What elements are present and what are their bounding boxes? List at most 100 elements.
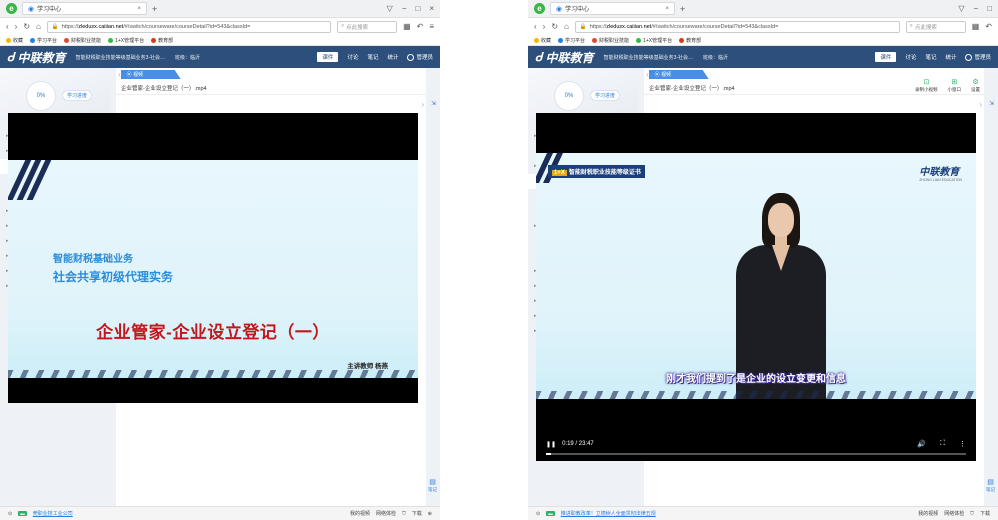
admin-menu[interactable]: 管理员	[965, 53, 991, 61]
bookmark-item[interactable]: 1+X管理平台	[636, 37, 672, 44]
undo-icon[interactable]: ↶	[985, 22, 992, 31]
status-network[interactable]: 网络体检	[376, 510, 396, 517]
next-icon[interactable]: ›	[979, 100, 982, 109]
home-icon[interactable]: ⌂	[564, 22, 569, 31]
status-network[interactable]: 网络体检	[944, 510, 964, 517]
pause-icon[interactable]: ❚❚	[546, 441, 556, 448]
prev-icon[interactable]: ‹	[118, 70, 121, 79]
player-controls: ❚❚ 0:19 / 23:47 🔊 ⛶ ⋮	[546, 437, 966, 451]
video-player[interactable]: 智能财税基础业务 社会共享初级代理实务 企业管家-企业设立登记（一） 主讲教师 …	[8, 113, 418, 403]
tab-close-icon[interactable]: ×	[665, 6, 669, 12]
site-logo[interactable]: ᑯ 中联教育	[535, 49, 594, 66]
minimize-icon[interactable]: −	[973, 4, 978, 13]
tab-close-icon[interactable]: ×	[137, 6, 141, 12]
bookmark-item[interactable]: 学习平台	[30, 37, 57, 44]
back-icon[interactable]: ‹	[534, 22, 537, 31]
new-tab-icon[interactable]: +	[680, 4, 685, 14]
reload-icon[interactable]: ↻	[551, 22, 558, 31]
menu-notes[interactable]: 笔记	[367, 53, 378, 61]
maximize-icon[interactable]: □	[415, 4, 420, 13]
menu-stats[interactable]: 统计	[945, 53, 956, 61]
more-icon[interactable]: ⋮	[959, 440, 966, 448]
prev-icon[interactable]: ‹	[646, 70, 649, 79]
forward-icon[interactable]: ›	[543, 22, 546, 31]
presenter-face	[768, 203, 794, 237]
bookmark-item[interactable]: 教育部	[151, 37, 173, 44]
minimize-icon[interactable]: −	[402, 4, 407, 13]
admin-menu[interactable]: 管理员	[407, 53, 433, 61]
menu-courseware[interactable]: 课件	[317, 52, 339, 62]
menu-discussion[interactable]: 讨论	[905, 53, 916, 61]
status-download[interactable]: 下载	[980, 510, 990, 517]
zoom-icon[interactable]: ⊕	[428, 511, 432, 517]
shield-icon[interactable]: ▽	[387, 4, 393, 13]
menu-discussion[interactable]: 讨论	[347, 53, 358, 61]
bookmark-item[interactable]: 财税职业技能	[64, 37, 101, 44]
presenter-image	[736, 193, 826, 399]
bookmark-item[interactable]: 财税职业技能	[592, 37, 629, 44]
browser-tab[interactable]: ◉ 学习中心 ×	[22, 2, 147, 15]
site-logo[interactable]: ᑯ 中联教育	[7, 49, 66, 66]
next-icon[interactable]: ›	[421, 100, 424, 109]
notes-button[interactable]: ▤ 笔记	[428, 478, 437, 493]
notes-button[interactable]: ▤ 笔记	[986, 478, 995, 493]
news-link[interactable]: 推进职教改革！立德树人全面贯彻法律五规	[561, 510, 656, 517]
fullscreen-icon[interactable]: ⛶	[940, 440, 945, 448]
progress-circle: 0%	[26, 80, 56, 111]
grid-icon[interactable]: ▦	[972, 22, 980, 31]
tab-title: 学习中心	[565, 7, 590, 13]
video-title: 企业管家-企业设立登记（一）.mp4	[116, 81, 426, 95]
news-link[interactable]: 莞职业技工业公司	[33, 510, 73, 517]
menu-stats[interactable]: 统计	[387, 53, 398, 61]
forward-icon[interactable]: ›	[15, 22, 18, 31]
volume-icon[interactable]: 🔊	[917, 440, 926, 448]
crumb-video[interactable]: ⦿ 视频	[120, 70, 181, 79]
search-input[interactable]: ⌕ 点此搜索	[337, 20, 398, 33]
bookmark-item[interactable]: 1+X管理平台	[108, 37, 144, 44]
back-icon[interactable]: ‹	[6, 22, 9, 31]
tool-label: 设置	[971, 87, 980, 92]
bookmark-item[interactable]: 学习平台	[558, 37, 585, 44]
maximize-icon[interactable]: □	[987, 4, 992, 13]
url-input[interactable]: 🔒 https:// zledusx.caiiian.net /#/switch…	[46, 20, 332, 33]
decor-stripes	[536, 391, 976, 399]
mini-window-button[interactable]: ⊞ 小窗口	[948, 79, 962, 93]
shield-icon[interactable]: ⛉	[970, 511, 974, 517]
search-input[interactable]: ⌕ 点此搜索	[905, 20, 966, 33]
new-tab-icon[interactable]: +	[152, 4, 157, 14]
menu-notes[interactable]: 笔记	[925, 53, 936, 61]
browser-logo-icon: e	[6, 3, 17, 14]
seek-bar[interactable]	[546, 453, 966, 455]
status-download[interactable]: 下载	[412, 510, 422, 517]
address-bar: ‹ › ↻ ⌂ 🔒 https:// zledusx.caiiian.net /…	[0, 18, 440, 35]
record-clip-button[interactable]: ⊡ 录制小视频	[915, 79, 938, 93]
status-video[interactable]: 我的视频	[350, 510, 370, 517]
bookmark-item[interactable]: 收藏	[534, 37, 551, 44]
undo-icon[interactable]: ↶	[417, 22, 424, 31]
bookmarks-bar: 收藏 学习平台 财税职业技能 1+X管理平台 教育部	[528, 35, 998, 46]
shield-icon[interactable]: ▽	[958, 4, 964, 13]
brand-mark-icon: ᑯ	[535, 50, 543, 64]
player-right-controls: 🔊 ⛶ ⋮	[917, 440, 966, 448]
reload-icon[interactable]: ↻	[23, 22, 30, 31]
browser-tab[interactable]: ◉ 学习中心 ×	[550, 2, 675, 15]
status-video[interactable]: 我的视频	[918, 510, 938, 517]
grid-icon[interactable]: ▦	[403, 22, 411, 31]
settings-button[interactable]: ⚙ 设置	[971, 79, 980, 93]
home-icon[interactable]: ⌂	[36, 22, 41, 31]
collapse-icon[interactable]: ⇲	[431, 100, 436, 107]
user-icon	[407, 53, 415, 61]
bookmark-item[interactable]: 收藏	[6, 37, 23, 44]
menu-courseware[interactable]: 课件	[875, 52, 897, 62]
shield-icon[interactable]: ⛉	[402, 511, 406, 517]
crumb-video[interactable]: ⦿ 视频	[648, 70, 709, 79]
collapse-icon[interactable]: ⇲	[989, 100, 994, 107]
video-title: 企业管家-企业设立登记（一）.mp4	[649, 85, 735, 92]
url-prefix: https://	[61, 23, 79, 30]
url-input[interactable]: 🔒 https:// zledusx.caiiian.net /#/switch…	[574, 20, 900, 33]
bookmark-item[interactable]: 教育部	[679, 37, 701, 44]
time-display: 0:19 / 23:47	[562, 441, 594, 447]
menu-icon[interactable]: ≡	[429, 22, 434, 31]
video-player[interactable]: 1+X 智能财税职业技能等级证书 中联教育 ZHONG LIAN EDUCATION…	[536, 113, 976, 461]
close-icon[interactable]: ×	[429, 4, 434, 13]
